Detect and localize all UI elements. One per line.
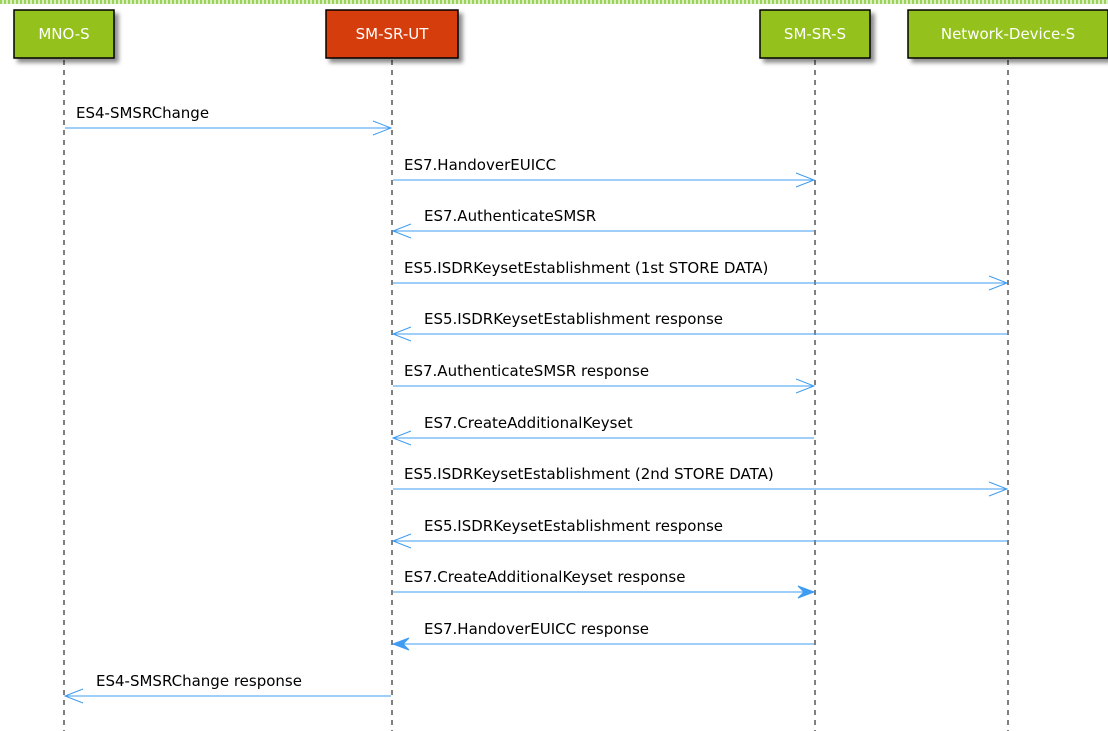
message-label: ES5.ISDRKeysetEstablishment (2nd STORE D… — [404, 465, 774, 483]
message-12: ES4-SMSRChange response — [63, 672, 391, 704]
participant-label: SM-SR-S — [784, 25, 846, 43]
participant-smsrut: SM-SR-UT — [325, 9, 459, 59]
message-4: ES5.ISDRKeysetEstablishment (1st STORE D… — [393, 259, 1009, 291]
message-6: ES7.AuthenticateSMSR response — [393, 362, 816, 394]
message-3: ES7.AuthenticateSMSR — [391, 207, 814, 239]
participant-smsrs: SM-SR-S — [759, 9, 871, 59]
message-label: ES7.CreateAdditionalKeyset response — [404, 568, 685, 586]
sequence-diagram: MNO-S SM-SR-UT SM-SR-S Network-Device-S ES4… — [13, 9, 1108, 731]
message-8: ES5.ISDRKeysetEstablishment (2nd STORE D… — [393, 465, 1009, 497]
participant-label: MNO-S — [38, 25, 89, 43]
message-5: ES5.ISDRKeysetEstablishment response — [391, 310, 1007, 342]
message-label: ES7.AuthenticateSMSR — [424, 207, 596, 225]
message-9: ES5.ISDRKeysetEstablishment response — [391, 517, 1007, 549]
message-11: ES7.HandoverEUICC response — [391, 620, 814, 651]
message-label: ES7.AuthenticateSMSR response — [404, 362, 649, 380]
participant-mno: MNO-S — [13, 9, 115, 59]
message-label: ES5.ISDRKeysetEstablishment (1st STORE D… — [404, 259, 768, 277]
message-label: ES7.HandoverEUICC response — [424, 620, 649, 638]
message-10: ES7.CreateAdditionalKeyset response — [393, 568, 816, 599]
participant-nds: Network-Device-S — [907, 9, 1108, 59]
message-1: ES4-SMSRChange — [65, 104, 393, 136]
participant-label: Network-Device-S — [941, 25, 1075, 43]
message-label: ES5.ISDRKeysetEstablishment response — [424, 310, 723, 328]
message-label: ES4-SMSRChange — [76, 104, 209, 122]
message-label: ES4-SMSRChange response — [96, 672, 302, 690]
message-label: ES7.HandoverEUICC — [404, 156, 556, 174]
message-label: ES5.ISDRKeysetEstablishment response — [424, 517, 723, 535]
message-2: ES7.HandoverEUICC — [393, 156, 816, 188]
message-7: ES7.CreateAdditionalKeyset — [391, 414, 814, 446]
message-label: ES7.CreateAdditionalKeyset — [424, 414, 633, 432]
participant-label: SM-SR-UT — [356, 25, 430, 43]
